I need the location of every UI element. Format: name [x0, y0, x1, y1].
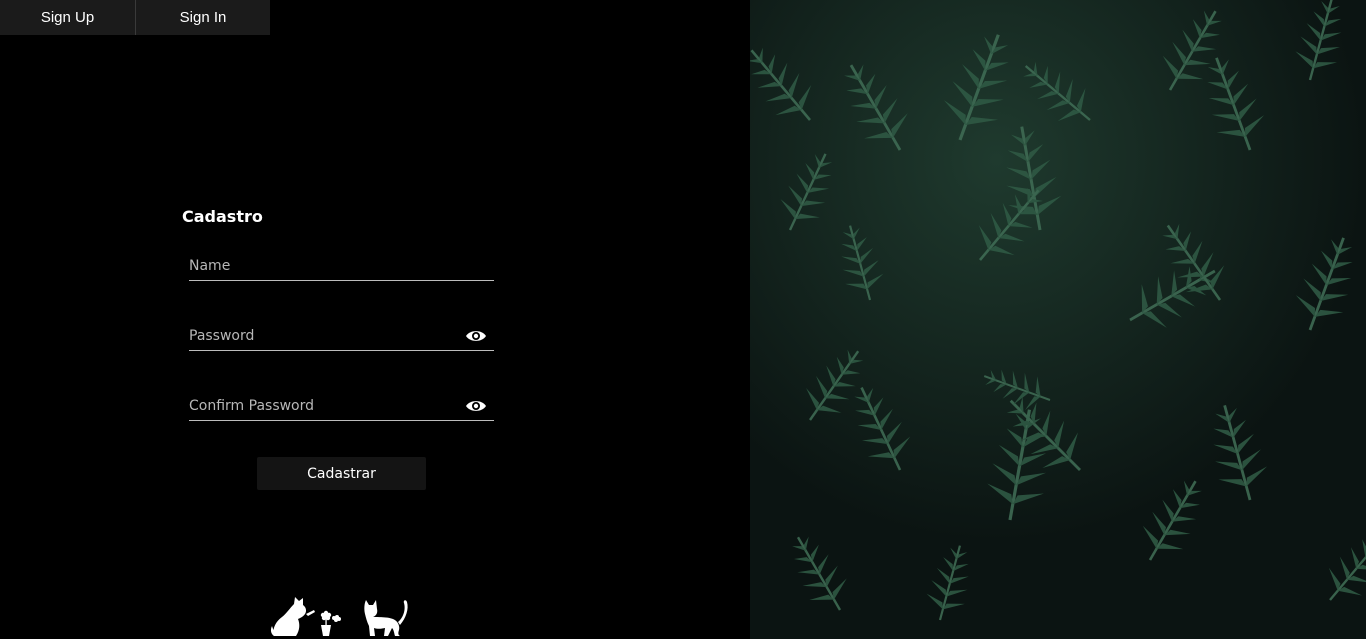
password-input[interactable] — [189, 325, 459, 347]
signup-panel: Sign Up Sign In Cadastro Cadastrar — [0, 0, 750, 639]
tab-sign-up[interactable]: Sign Up — [0, 0, 135, 35]
cat-illustrations — [270, 597, 408, 636]
foliage-image — [750, 0, 1366, 639]
fern-foliage-illustration — [750, 0, 1366, 639]
form-title: Cadastro — [182, 207, 263, 226]
confirm-password-field — [189, 395, 494, 421]
password-field — [189, 325, 494, 351]
name-field — [189, 255, 494, 281]
cat-icon — [364, 600, 408, 636]
eye-icon[interactable] — [465, 329, 487, 343]
auth-tabs: Sign Up Sign In — [0, 0, 270, 35]
cat-watering-plant-icon — [270, 597, 341, 636]
eye-icon[interactable] — [465, 399, 487, 413]
name-input[interactable] — [189, 255, 459, 277]
confirm-password-input[interactable] — [189, 395, 459, 417]
register-button[interactable]: Cadastrar — [257, 457, 426, 490]
tab-sign-in[interactable]: Sign In — [135, 0, 270, 35]
